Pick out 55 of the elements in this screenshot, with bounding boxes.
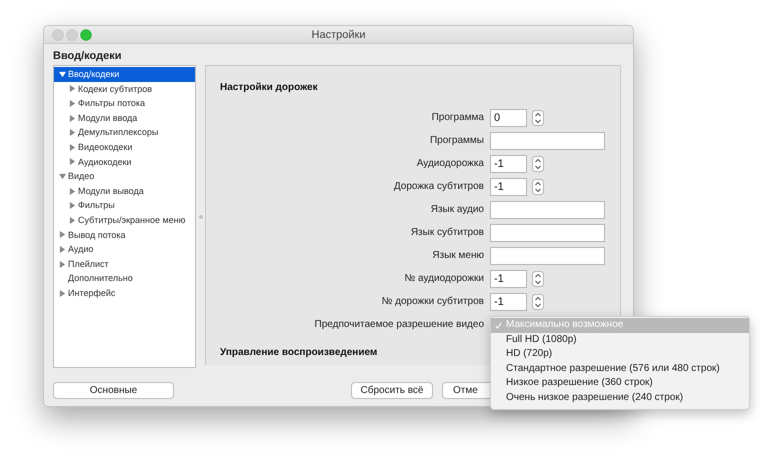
number-field[interactable]: -1 (490, 154, 527, 172)
reset-all-button[interactable]: Сбросить всё (351, 382, 433, 399)
checkmark-icon (495, 322, 502, 329)
expanded-triangle-icon[interactable] (59, 172, 66, 180)
number-field[interactable]: -1 (490, 270, 527, 288)
section-heading: Настройки дорожек (220, 82, 318, 93)
number-field[interactable]: -1 (490, 178, 527, 196)
number-field[interactable]: -1 (490, 292, 527, 310)
field-label: № дорожки субтитров (380, 296, 485, 307)
field-label: Программа (430, 112, 485, 123)
field-label: Аудиодорожка (416, 158, 485, 169)
field-label: Программы (428, 135, 485, 146)
tree-item[interactable]: Дополнительно (54, 271, 195, 286)
tree-item[interactable]: Видеокодеки (54, 140, 195, 155)
menu-item[interactable]: Full HD (1080p) (491, 332, 749, 348)
stepper-icon[interactable] (532, 294, 544, 310)
expanded-triangle-icon[interactable] (59, 70, 66, 78)
text-field[interactable] (490, 224, 605, 242)
tree-item[interactable]: Модули вывода (54, 184, 195, 198)
tree-item[interactable]: Фильтры потока (54, 96, 195, 111)
tree-item[interactable]: Субтитры/экранное меню (54, 212, 195, 228)
field-label: Предпочитаемое разрешение видео (314, 319, 485, 330)
collapsed-triangle-icon[interactable] (59, 290, 66, 297)
window-title: Настройки (312, 28, 366, 40)
tree-item[interactable]: Аудио (54, 242, 195, 257)
basic-settings-button[interactable]: Основные (53, 382, 174, 399)
splitter-handle-icon[interactable] (198, 214, 202, 218)
tree-item[interactable]: Фильтры (54, 198, 195, 213)
stepper-icon[interactable] (532, 178, 544, 194)
field-label: Язык аудио (430, 204, 485, 215)
tree-item[interactable]: Видео (54, 169, 195, 184)
tree-item[interactable]: Плейлист (54, 256, 195, 272)
text-field[interactable] (490, 200, 605, 218)
stepper-icon[interactable] (532, 156, 544, 172)
tree-item[interactable]: Вывод потока (54, 228, 195, 242)
tree-item[interactable]: Модули ввода (54, 110, 195, 126)
tree-item[interactable]: Интерфейс (54, 286, 195, 300)
tree-item[interactable]: Кодеки субтитров (54, 82, 195, 96)
tree-item[interactable]: Демультиплексоры (54, 125, 195, 140)
stepper-icon[interactable] (532, 110, 544, 126)
field-label: № аудиодорожки (404, 273, 485, 284)
number-field[interactable]: 0 (490, 108, 527, 126)
tree-item[interactable]: Ввод/кодеки (54, 67, 195, 82)
stepper-icon[interactable] (532, 270, 544, 286)
tree-item[interactable]: Аудиокодеки (54, 154, 195, 170)
menu-item[interactable]: Стандартное разрешение (576 или 480 строк) (491, 362, 749, 376)
window-controls-icon[interactable] (52, 29, 92, 41)
text-field[interactable] (490, 132, 605, 150)
field-label: Язык субтитров (410, 227, 485, 238)
field-label: Язык меню (431, 250, 485, 261)
field-label: Дорожка субтитров (392, 181, 485, 192)
section-title: Ввод/кодеки (53, 49, 122, 64)
section-heading: Управление воспроизведением (220, 347, 378, 358)
menu-item[interactable]: HD (720p) (491, 347, 749, 362)
text-field[interactable] (490, 246, 605, 264)
